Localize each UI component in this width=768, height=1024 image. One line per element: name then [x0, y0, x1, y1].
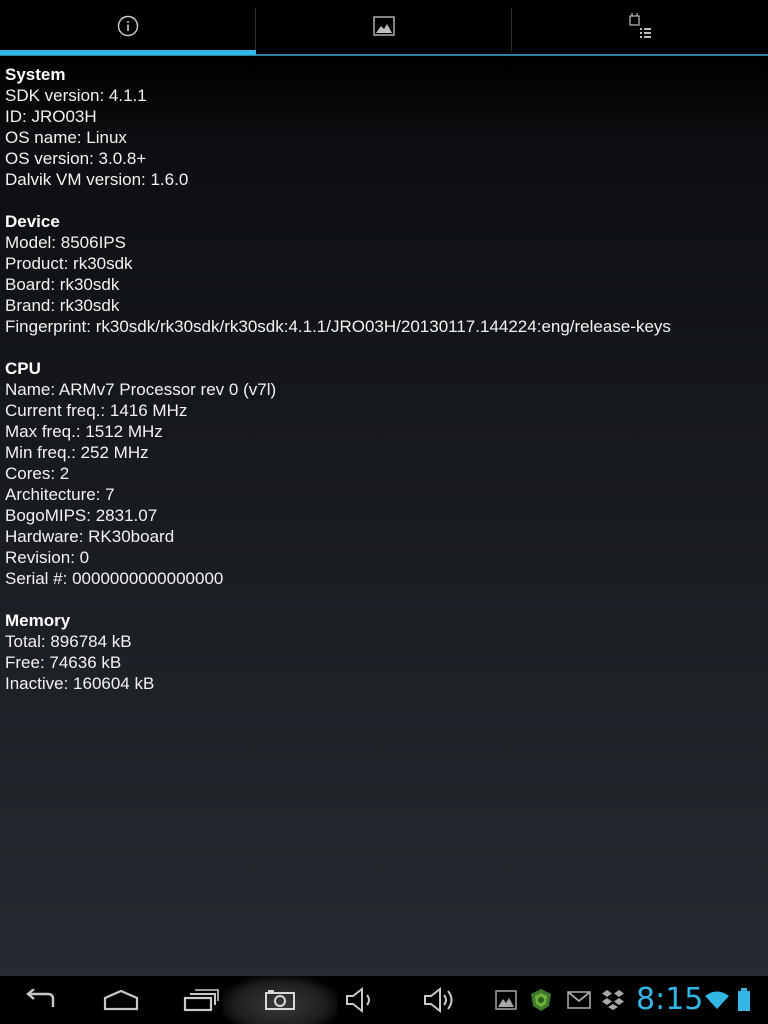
- home-button[interactable]: [96, 976, 146, 1024]
- info-line: Total: 896784 kB: [5, 632, 132, 651]
- section-title: Memory: [5, 611, 71, 630]
- wifi-status[interactable]: [704, 984, 730, 1016]
- info-line: SDK version: 4.1.1: [5, 86, 147, 105]
- battery-status[interactable]: [734, 984, 754, 1016]
- volume-up-icon: [424, 986, 453, 1014]
- section-title: System: [5, 65, 66, 84]
- recent-apps-button[interactable]: [176, 976, 226, 1024]
- shield-app-icon: [531, 989, 551, 1011]
- home-icon: [103, 989, 139, 1011]
- info-line: OS name: Linux: [5, 128, 127, 147]
- gmail-icon: [567, 991, 591, 1009]
- notification-gallery[interactable]: [494, 984, 518, 1016]
- section-cpu: CPU Name: ARMv7 Processor rev 0 (v7l) Cu…: [5, 358, 765, 589]
- section-title: CPU: [5, 359, 41, 378]
- app-list-icon: [629, 13, 651, 38]
- recent-apps-icon: [183, 989, 219, 1012]
- section-device: Device Model: 8506IPS Product: rk30sdk B…: [5, 211, 765, 337]
- info-line: ID: JRO03H: [5, 107, 97, 126]
- section-memory: Memory Total: 896784 kB Free: 74636 kB I…: [5, 610, 765, 694]
- info-line: Brand: rk30sdk: [5, 296, 120, 315]
- status-clock[interactable]: 8:15: [636, 980, 703, 1020]
- tab-selected-indicator: [0, 50, 256, 55]
- system-info-content: System SDK version: 4.1.1 ID: JRO03H OS …: [5, 64, 765, 715]
- tab-info[interactable]: [0, 0, 255, 52]
- info-line: Revision: 0: [5, 548, 90, 567]
- info-line: Cores: 2: [5, 464, 70, 483]
- tab-bar: [0, 0, 768, 56]
- image-icon: [372, 16, 395, 36]
- info-line: Model: 8506IPS: [5, 233, 126, 252]
- info-line: Fingerprint: rk30sdk/rk30sdk/rk30sdk:4.1…: [5, 317, 671, 336]
- screenshot-button[interactable]: [256, 976, 304, 1024]
- info-line: Architecture: 7: [5, 485, 115, 504]
- battery-icon: [738, 988, 750, 1011]
- volume-down-icon: [346, 986, 370, 1014]
- wifi-icon: [705, 991, 729, 1009]
- info-line: Inactive: 160604 kB: [5, 674, 155, 693]
- notification-gmail[interactable]: [566, 984, 592, 1016]
- gallery-notification-icon: [495, 990, 517, 1010]
- section-system: System SDK version: 4.1.1 ID: JRO03H OS …: [5, 64, 765, 190]
- tab-apps[interactable]: [512, 0, 768, 52]
- info-line: BogoMIPS: 2831.07: [5, 506, 158, 525]
- info-line: Serial #: 0000000000000000: [5, 569, 224, 588]
- info-icon: [117, 15, 138, 37]
- notification-dropbox[interactable]: [600, 984, 626, 1016]
- tab-image[interactable]: [256, 0, 511, 52]
- info-line: Product: rk30sdk: [5, 254, 133, 273]
- dropbox-icon: [602, 990, 624, 1010]
- info-line: Max freq.: 1512 MHz: [5, 422, 163, 441]
- info-line: Hardware: RK30board: [5, 527, 175, 546]
- info-line: Dalvik VM version: 1.6.0: [5, 170, 189, 189]
- back-button[interactable]: [16, 976, 66, 1024]
- section-title: Device: [5, 212, 60, 231]
- info-line: OS version: 3.0.8+: [5, 149, 147, 168]
- info-line: Current freq.: 1416 MHz: [5, 401, 188, 420]
- info-line: Min freq.: 252 MHz: [5, 443, 149, 462]
- back-icon: [26, 989, 55, 1007]
- volume-down-button[interactable]: [336, 976, 384, 1024]
- info-line: Board: rk30sdk: [5, 275, 120, 294]
- info-line: Free: 74636 kB: [5, 653, 122, 672]
- notification-app[interactable]: [528, 984, 554, 1016]
- info-line: Name: ARMv7 Processor rev 0 (v7l): [5, 380, 277, 399]
- volume-up-button[interactable]: [416, 976, 464, 1024]
- screenshot-camera-icon: [265, 990, 295, 1010]
